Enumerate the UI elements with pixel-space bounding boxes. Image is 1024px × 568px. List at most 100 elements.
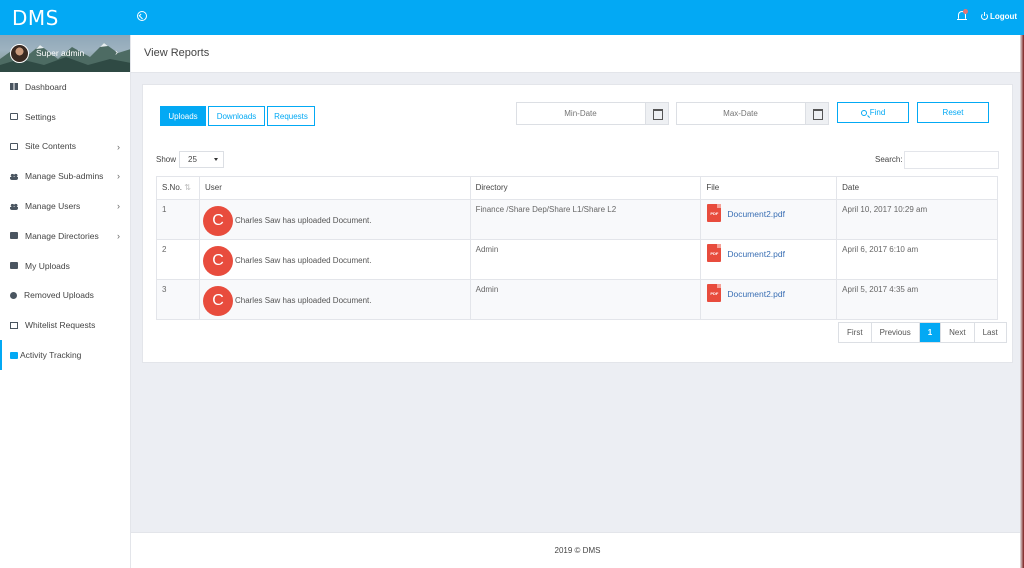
column-header-user[interactable]: User (198, 176, 471, 200)
calendar-icon[interactable] (645, 103, 668, 124)
profile-panel[interactable]: Super admin › (0, 35, 130, 72)
page-size-select[interactable]: 25 (179, 151, 224, 168)
sidebar-item-label: Whitelist Requests (25, 320, 96, 331)
sidebar-item-manage-users[interactable]: Manage Users › (0, 191, 130, 221)
cell-date: April 6, 2017 6:10 am (836, 239, 998, 280)
logout-label: Logout (990, 12, 1018, 21)
search-label: Search: (875, 155, 903, 164)
sidebar-item-label: Settings (25, 111, 56, 122)
logout-button[interactable]: Logout (981, 11, 1018, 21)
column-header-date[interactable]: Date (836, 176, 998, 200)
cell-sno: 1 (156, 199, 200, 240)
calendar-icon[interactable] (805, 103, 828, 124)
sidebar-item-manage-sub-admins[interactable]: Manage Sub-admins › (0, 161, 130, 191)
sidebar-item-whitelist-requests[interactable]: Whitelist Requests (0, 310, 130, 340)
profile-name: Super admin (36, 48, 85, 58)
file-link[interactable]: Document2.pdf (727, 289, 785, 299)
user-activity-text: Charles Saw has uploaded Document. (234, 256, 372, 265)
file-link[interactable]: Document2.pdf (727, 209, 785, 219)
column-header-file[interactable]: File (700, 176, 838, 200)
min-date-field (516, 102, 669, 125)
table-row: 2 C Charles Saw has uploaded Document. Ad… (156, 239, 998, 280)
page-size-value: 25 (188, 155, 197, 164)
reset-button[interactable]: Reset (917, 102, 989, 123)
sidebar-menu: Dashboard Settings Site Contents › Manage… (0, 72, 130, 370)
reports-table: S.No. ⇅ User Directory File Date 1 C Charl… (156, 176, 998, 320)
sort-icon: ⇅ (184, 183, 191, 192)
find-button[interactable]: Find (837, 102, 909, 123)
column-header-directory[interactable]: Directory (469, 176, 702, 200)
reports-card: Uploads Downloads Requests Find Reset Sh… (142, 84, 1013, 363)
cell-file: PDF Document2.pdf (700, 199, 838, 240)
chevron-right-icon: › (117, 171, 120, 182)
avatar (10, 44, 29, 63)
table-header-row: S.No. ⇅ User Directory File Date (156, 176, 998, 200)
page-header: View Reports (131, 35, 1024, 73)
user-avatar: C (202, 206, 233, 236)
sidebar-item-site-contents[interactable]: Site Contents › (0, 132, 130, 162)
top-bar: DMS Logout (0, 0, 1024, 35)
column-header-sno[interactable]: S.No. ⇅ (156, 176, 200, 200)
sidebar-item-label: Removed Uploads (24, 290, 94, 301)
cell-file: PDF Document2.pdf (700, 239, 838, 280)
pagination-previous[interactable]: Previous (872, 323, 920, 342)
pagination-last[interactable]: Last (975, 323, 1006, 342)
chevron-right-icon: › (117, 201, 120, 212)
cell-file: PDF Document2.pdf (700, 279, 838, 320)
folder-icon (10, 232, 18, 240)
sidebar-item-label: Dashboard (25, 81, 67, 92)
pdf-file-icon: PDF (707, 204, 722, 222)
sidebar-item-label: Site Contents (25, 141, 77, 152)
cell-sno: 3 (156, 279, 200, 320)
user-activity-text: Charles Saw has uploaded Document. (234, 296, 372, 305)
checkbox-icon (10, 321, 18, 329)
folder-icon (10, 262, 18, 270)
pagination-first[interactable]: First (839, 323, 872, 342)
table-row: 1 C Charles Saw has uploaded Document. Fi… (156, 199, 998, 240)
site-contents-icon (10, 142, 18, 150)
pdf-file-icon: PDF (707, 284, 722, 302)
brand-logo[interactable]: DMS (12, 6, 59, 30)
minus-circle-icon (10, 291, 17, 299)
sidebar-item-label: Manage Sub-admins (25, 171, 104, 182)
power-icon (981, 11, 988, 20)
sidebar-item-settings[interactable]: Settings (0, 102, 130, 132)
page-title: View Reports (144, 47, 210, 59)
pagination-next[interactable]: Next (941, 323, 975, 342)
tab-uploads[interactable]: Uploads (160, 106, 206, 126)
cell-sno: 2 (156, 239, 200, 280)
sidebar-item-my-uploads[interactable]: My Uploads (0, 251, 130, 281)
file-link[interactable]: Document2.pdf (727, 249, 785, 259)
cell-directory: Admin (469, 279, 702, 320)
sidebar: Super admin › Dashboard Settings Site Co… (0, 35, 131, 568)
max-date-field (676, 102, 829, 125)
notification-badge (963, 9, 968, 14)
user-avatar: C (202, 286, 233, 316)
pagination-current-page[interactable]: 1 (919, 323, 942, 342)
users-icon (10, 172, 18, 180)
sidebar-toggle-icon[interactable] (137, 11, 147, 21)
notification-bell-icon[interactable] (957, 9, 968, 22)
tab-requests[interactable]: Requests (267, 106, 315, 126)
cell-user: C Charles Saw has uploaded Document. (198, 279, 471, 320)
chevron-right-icon: › (117, 230, 120, 241)
activity-icon (10, 351, 18, 359)
sidebar-item-manage-directories[interactable]: Manage Directories › (0, 221, 130, 251)
users-icon (10, 202, 18, 210)
tab-downloads[interactable]: Downloads (208, 106, 265, 126)
pdf-file-icon: PDF (707, 244, 722, 262)
cell-directory: Admin (469, 239, 702, 280)
window-edge (1020, 35, 1024, 568)
sidebar-item-activity-tracking[interactable]: Activity Tracking (0, 340, 130, 370)
dashboard-icon (10, 83, 18, 91)
user-activity-text: Charles Saw has uploaded Document. (234, 216, 372, 225)
cell-date: April 5, 2017 4:35 am (836, 279, 998, 320)
sidebar-item-removed-uploads[interactable]: Removed Uploads (0, 281, 130, 311)
search-icon (860, 109, 867, 116)
table-row: 3 C Charles Saw has uploaded Document. Ad… (156, 279, 998, 320)
search-input[interactable] (904, 151, 999, 169)
cell-user: C Charles Saw has uploaded Document. (198, 239, 471, 280)
chevron-right-icon[interactable]: › (115, 47, 118, 57)
cell-user: C Charles Saw has uploaded Document. (198, 199, 471, 240)
sidebar-item-dashboard[interactable]: Dashboard (0, 72, 130, 102)
